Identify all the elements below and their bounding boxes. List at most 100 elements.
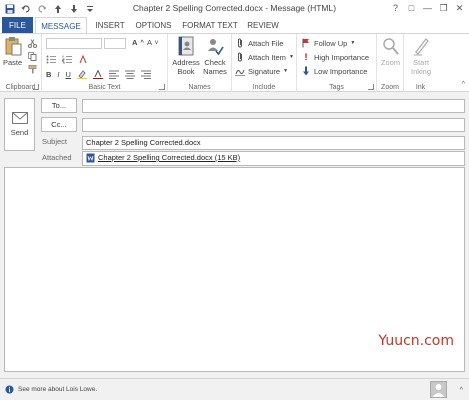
people-info-text: See more about Lois Lowe.: [18, 386, 98, 393]
down-arrow-blue-icon: [301, 66, 311, 76]
align-left-icon[interactable]: [108, 69, 119, 79]
copy-icon: [27, 51, 37, 61]
people-bar: See more about Lois Lowe. ^: [0, 378, 469, 400]
check-names-button[interactable]: Check Names: [201, 36, 229, 76]
pen-icon: [414, 38, 429, 56]
ribbon: Paste Clipboard A ^ Av B I U Basic Text …: [0, 33, 469, 92]
attach-file-label: Attach File: [248, 38, 284, 48]
person-icon: [432, 384, 445, 397]
title-bar: Chapter 2 Spelling Corrected.docx - Mess…: [0, 0, 469, 17]
bullets-icon[interactable]: [46, 54, 56, 64]
clear-format-icon[interactable]: [78, 54, 88, 64]
include-group: Attach File Attach Item ▼ Signature ▼ In…: [232, 34, 297, 92]
magnifier-icon: [382, 38, 399, 55]
to-field[interactable]: [82, 99, 465, 113]
send-label: Send: [10, 128, 29, 137]
ribbon-display-button[interactable]: □: [405, 2, 418, 14]
tab-file[interactable]: FILE: [2, 17, 33, 34]
to-button[interactable]: To...: [41, 98, 77, 113]
caret-up-icon: ^: [140, 39, 144, 46]
address-book-button[interactable]: Address Book: [172, 36, 200, 76]
zoom-group: Zoom Zoom: [377, 34, 404, 92]
zoom-button[interactable]: Zoom: [379, 36, 402, 67]
tab-insert[interactable]: INSERT: [91, 17, 129, 34]
italic-button[interactable]: I: [57, 70, 59, 79]
check-names-icon: [208, 39, 224, 56]
collapse-ribbon-icon[interactable]: ^: [462, 81, 465, 88]
basic-text-label: Basic Text: [88, 84, 121, 91]
font-name-combo[interactable]: [46, 38, 102, 49]
basic-text-group: A ^ Av B I U Basic Text: [42, 34, 168, 92]
flag-icon: [301, 38, 311, 48]
send-button[interactable]: Send: [4, 98, 35, 151]
grow-font-button[interactable]: A ^: [132, 38, 144, 47]
format-painter-button[interactable]: [27, 64, 37, 74]
ink-label: Ink: [415, 84, 426, 91]
attachment-name: Chapter 2 Spelling Corrected.docx (15 KB…: [98, 153, 241, 162]
ink-group: Start Inking Ink: [404, 34, 437, 92]
attachment-field[interactable]: Chapter 2 Spelling Corrected.docx (15 KB…: [82, 151, 465, 166]
bold-button[interactable]: B: [46, 70, 51, 79]
minimize-button[interactable]: —: [421, 2, 434, 14]
tags-launcher-icon[interactable]: [368, 84, 374, 90]
numbering-icon[interactable]: [62, 54, 72, 64]
help-button[interactable]: ?: [389, 2, 402, 14]
names-group: Address Book Check Names Names: [168, 34, 232, 92]
cut-button[interactable]: [27, 38, 37, 48]
copy-button[interactable]: [27, 51, 37, 61]
attach-file-button[interactable]: Attach File: [235, 38, 283, 48]
expand-people-pane-icon[interactable]: ^: [460, 387, 463, 394]
ribbon-tabs: FILE MESSAGE INSERT OPTIONS FORMAT TEXT …: [0, 17, 469, 34]
attachment-item[interactable]: Chapter 2 Spelling Corrected.docx (15 KB…: [86, 152, 240, 164]
low-importance-label: Low Importance: [314, 66, 368, 76]
cc-field[interactable]: [82, 118, 465, 132]
people-info[interactable]: See more about Lois Lowe.: [5, 385, 97, 394]
shrink-font-label: A: [147, 38, 153, 47]
exclamation-icon: !: [304, 52, 308, 62]
tab-format-text[interactable]: FORMAT TEXT: [180, 17, 240, 34]
avatar[interactable]: [430, 381, 447, 398]
font-color-icon[interactable]: [92, 69, 103, 79]
follow-up-label: Follow Up: [314, 38, 348, 48]
tab-review[interactable]: REVIEW: [244, 17, 282, 34]
attach-item-label: Attach Item: [248, 52, 286, 62]
list-buttons-row: [46, 54, 88, 64]
align-right-icon[interactable]: [140, 69, 151, 79]
envelope-icon: [11, 112, 28, 124]
paste-label: Paste: [3, 58, 23, 67]
tags-group: Follow Up ▼ ! High Importance Low Import…: [297, 34, 377, 92]
restore-button[interactable]: ❐: [437, 2, 450, 14]
paste-button[interactable]: Paste: [3, 36, 22, 67]
names-label: Names: [188, 84, 211, 91]
message-body[interactable]: Yuucn.com: [4, 167, 465, 372]
follow-up-dropdown-icon: ▼: [350, 40, 356, 46]
paperclip-icon: [235, 38, 245, 48]
follow-up-button[interactable]: Follow Up ▼: [301, 38, 355, 48]
clipboard-launcher-icon[interactable]: [33, 84, 39, 90]
signature-button[interactable]: Signature ▼: [235, 66, 288, 76]
close-button[interactable]: ✕: [453, 2, 466, 14]
attach-item-button[interactable]: Attach Item ▼: [235, 52, 294, 62]
subject-field[interactable]: Chapter 2 Spelling Corrected.docx: [82, 136, 465, 150]
font-size-combo[interactable]: [104, 38, 126, 49]
shrink-font-button[interactable]: Av: [147, 38, 158, 47]
align-center-icon[interactable]: [124, 69, 135, 79]
low-importance-button[interactable]: Low Importance: [301, 66, 367, 76]
include-label: Include: [252, 84, 276, 91]
tab-options[interactable]: OPTIONS: [132, 17, 175, 34]
attach-item-dropdown-icon: ▼: [288, 54, 294, 60]
zoom-btn-label: Zoom: [380, 58, 401, 67]
high-importance-button[interactable]: ! High Importance: [301, 52, 370, 62]
info-icon: [5, 385, 14, 394]
zoom-label: Zoom: [381, 84, 399, 91]
highlight-icon[interactable]: [76, 69, 87, 79]
underline-button[interactable]: U: [66, 70, 71, 79]
tab-message[interactable]: MESSAGE: [35, 17, 87, 34]
basic-text-launcher-icon[interactable]: [159, 84, 165, 90]
check-names-label: Check Names: [203, 58, 227, 76]
attach-item-icon: [235, 52, 245, 62]
cc-button[interactable]: Cc...: [41, 117, 77, 132]
start-inking-label: Start Inking: [410, 58, 431, 76]
start-inking-button[interactable]: Start Inking: [406, 36, 436, 76]
scissors-icon: [27, 38, 37, 48]
